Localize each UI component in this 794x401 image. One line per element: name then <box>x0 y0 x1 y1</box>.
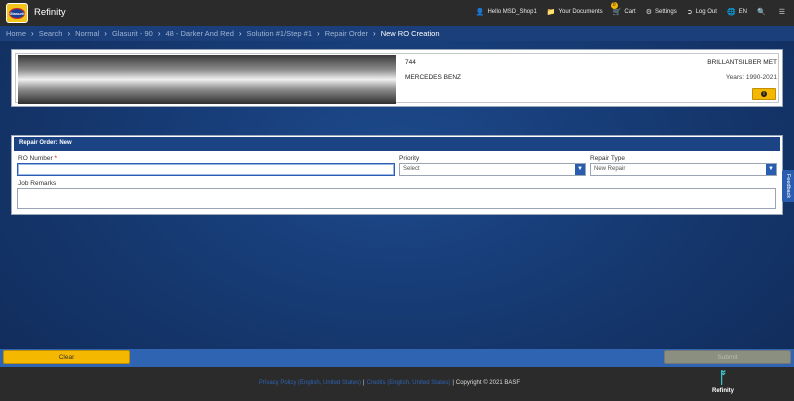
chevron-right-icon: › <box>104 29 107 38</box>
repair-type-select[interactable]: New Repair ▼ <box>590 163 777 176</box>
cart-icon: 🛒 <box>612 9 622 16</box>
info-icon: i <box>761 91 767 97</box>
glasurit-logo[interactable]: Glasurit <box>6 3 28 23</box>
vehicle-years: Years: 1990-2021 <box>725 74 777 81</box>
chevron-right-icon: › <box>157 29 161 38</box>
top-navigation: 👤 Hello MSD_Shop1 📁 Your Documents 0 🛒 C… <box>466 2 788 16</box>
priority-value: Select <box>403 166 420 172</box>
breadcrumb: Home › Search › Normal › Glasurit - 90 ›… <box>0 26 794 41</box>
chevron-right-icon: › <box>67 29 71 38</box>
gear-icon: ⚙ <box>645 9 653 16</box>
credits-link[interactable]: Credits (English, United States) <box>367 380 451 386</box>
breadcrumb-search[interactable]: Search <box>39 29 63 38</box>
breadcrumb-current: New RO Creation <box>380 29 440 38</box>
settings-link[interactable]: ⚙ Settings <box>646 8 677 16</box>
user-menu[interactable]: 👤 Hello MSD_Shop1 <box>476 8 537 16</box>
feedback-tab[interactable]: Feedback <box>782 170 794 202</box>
cart-label: Cart <box>624 9 636 15</box>
logo-text: Glasurit <box>9 7 25 19</box>
footer-divider: | <box>452 380 454 386</box>
submit-button[interactable]: Submit <box>664 350 791 364</box>
ro-number-label-text: RO Number <box>18 155 53 162</box>
feedback-label: Feedback <box>785 173 791 199</box>
chevron-down-icon: ▼ <box>766 164 776 175</box>
search-icon: 🔍 <box>757 9 766 16</box>
job-remarks-label: Job Remarks <box>18 180 57 187</box>
chevron-right-icon: › <box>238 29 242 38</box>
hamburger-menu-button[interactable]: ☰ <box>779 8 788 16</box>
cart-link[interactable]: 0 🛒 Cart <box>610 2 636 16</box>
breadcrumb-darker-red[interactable]: 48 - Darker And Red <box>166 29 234 38</box>
job-remarks-textarea[interactable] <box>17 188 776 209</box>
logout-label: Log Out <box>695 9 717 15</box>
logout-link[interactable]: ➲ Log Out <box>687 8 717 16</box>
copyright-text: Copyright © 2021 BASF <box>455 380 520 386</box>
refinity-brand: ᚩ Refinity <box>708 370 738 398</box>
vehicle-make: MERCEDES BENZ <box>405 74 461 81</box>
breadcrumb-solution-step[interactable]: Solution #1/Step #1 <box>247 29 312 38</box>
info-button[interactable]: i <box>752 88 776 100</box>
breadcrumb-home[interactable]: Home <box>6 29 26 38</box>
priority-select[interactable]: Select ▼ <box>399 163 586 176</box>
chevron-right-icon: › <box>317 29 320 38</box>
breadcrumb-normal[interactable]: Normal <box>75 29 99 38</box>
globe-icon: 🌐 <box>726 9 736 16</box>
chevron-down-icon: ▼ <box>575 164 585 175</box>
repair-type-value: New Repair <box>594 166 626 172</box>
settings-label: Settings <box>655 9 677 15</box>
cart-count-badge: 0 <box>610 2 618 9</box>
privacy-policy-link[interactable]: Privacy Policy (English, United States) <box>259 380 361 386</box>
breadcrumb-repair-order[interactable]: Repair Order <box>325 29 368 38</box>
color-name: BRILLANTSILBER MET <box>707 59 777 66</box>
documents-label: Your Documents <box>558 9 603 15</box>
ro-number-label: RO Number * <box>18 155 57 162</box>
chevron-right-icon: › <box>31 29 34 38</box>
ro-number-input[interactable] <box>17 163 395 176</box>
language-label: EN <box>738 9 747 15</box>
language-selector[interactable]: 🌐 EN <box>727 8 747 16</box>
color-swatch <box>18 55 396 104</box>
color-code: 744 <box>405 59 416 66</box>
top-header: Glasurit Refinity 👤 Hello MSD_Shop1 📁 Yo… <box>0 0 794 26</box>
brand-name: Refinity <box>711 388 734 394</box>
your-documents-link[interactable]: 📁 Your Documents <box>547 8 603 16</box>
refinity-logo-icon: ᚩ <box>718 370 728 387</box>
user-greeting: Hello MSD_Shop1 <box>487 9 537 15</box>
search-button[interactable]: 🔍 <box>757 8 769 16</box>
repair-type-label: Repair Type <box>590 155 625 162</box>
logout-icon: ➲ <box>686 9 693 16</box>
required-marker: * <box>54 155 58 162</box>
priority-label: Priority <box>399 155 420 162</box>
breadcrumb-glasurit[interactable]: Glasurit - 90 <box>112 29 153 38</box>
user-icon: 👤 <box>475 9 485 16</box>
folder-icon: 📁 <box>546 9 556 16</box>
clear-button[interactable]: Clear <box>3 350 130 364</box>
chevron-right-icon: › <box>373 29 376 38</box>
menu-icon: ☰ <box>778 9 785 16</box>
footer-divider: | <box>363 380 365 386</box>
app-title: Refinity <box>34 7 66 18</box>
repair-order-header: Repair Order: New <box>14 137 780 151</box>
footer-links: Privacy Policy (English, United States) … <box>259 380 520 386</box>
